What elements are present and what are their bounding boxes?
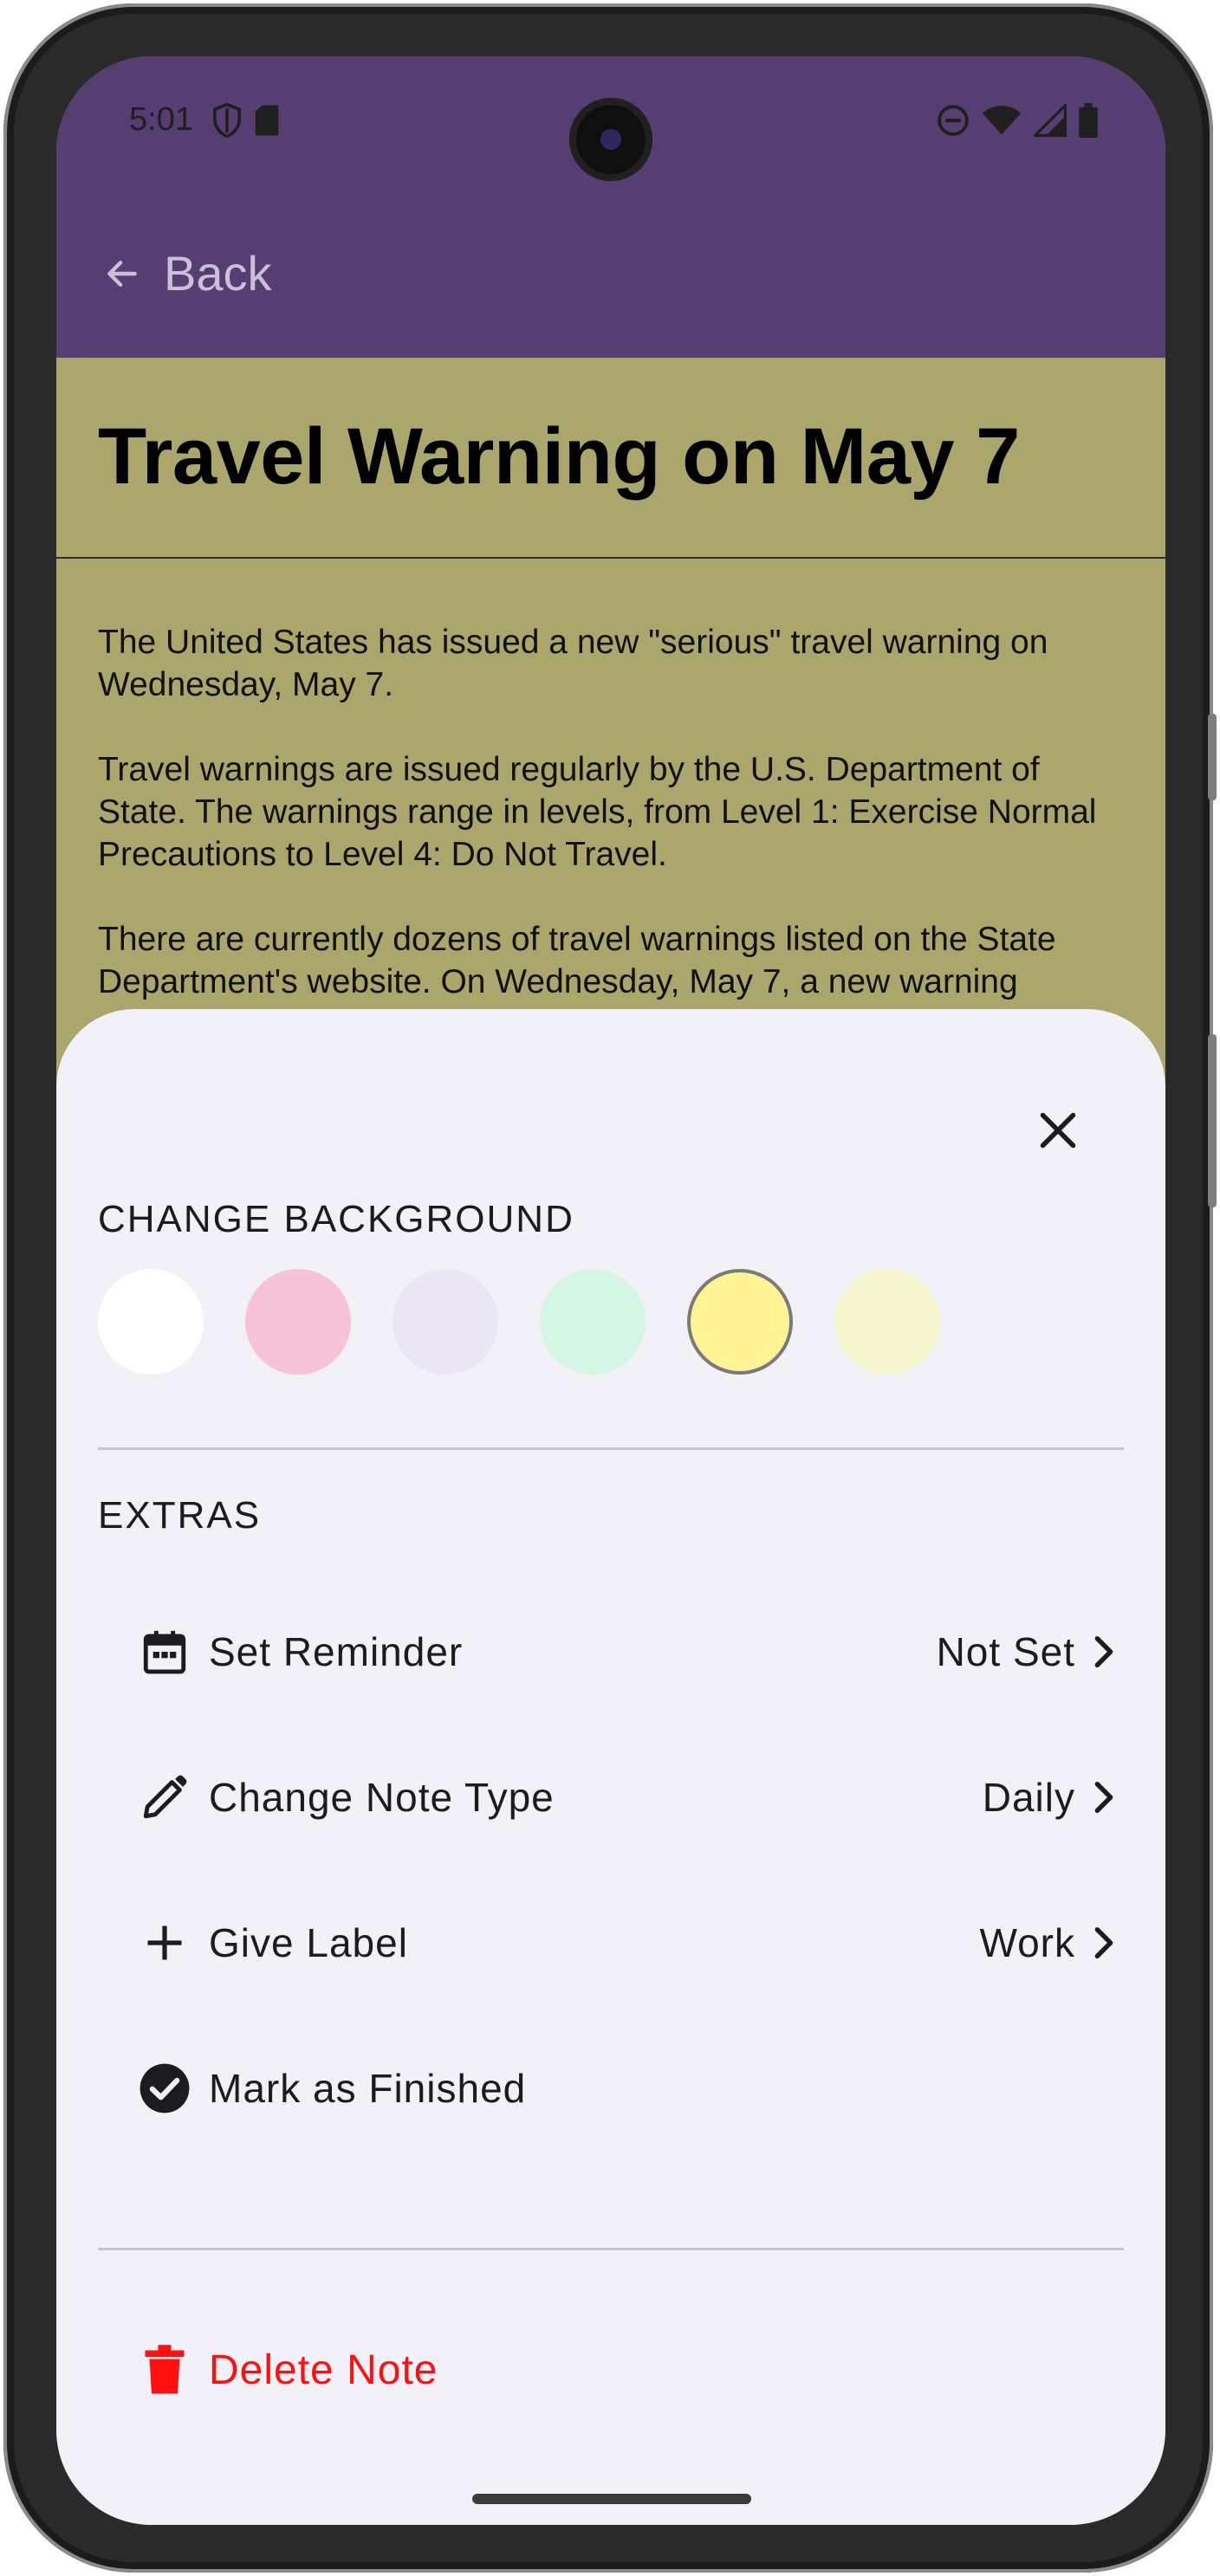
give-label-value: Work bbox=[979, 1920, 1075, 1965]
set-reminder-row[interactable]: Set Reminder Not Set bbox=[138, 1608, 1119, 1695]
swatch-white[interactable] bbox=[98, 1269, 204, 1375]
note-paragraph: There are currently dozens of travel war… bbox=[98, 921, 1056, 1000]
status-time: 5:01 bbox=[129, 101, 193, 138]
back-label: Back bbox=[164, 246, 272, 301]
swatch-pink[interactable] bbox=[245, 1269, 351, 1375]
plus-icon bbox=[147, 1926, 182, 1960]
give-label-label: Give Label bbox=[209, 1920, 408, 1965]
calendar-icon bbox=[143, 1630, 186, 1674]
pencil-icon bbox=[143, 1775, 187, 1819]
swatch-cream[interactable] bbox=[834, 1269, 940, 1375]
back-button[interactable]: Back bbox=[103, 245, 272, 301]
wifi-icon bbox=[982, 106, 1022, 135]
signal-icon bbox=[1034, 104, 1067, 137]
check-circle-icon bbox=[140, 2063, 190, 2113]
change-background-heading: CHANGE BACKGROUND bbox=[98, 1198, 574, 1240]
note-title[interactable]: Travel Warning on May 7 bbox=[98, 411, 1020, 502]
phone-frame: 5:01 Back Travel Warning on May 7 The Un… bbox=[3, 3, 1217, 2573]
close-icon[interactable] bbox=[1032, 1104, 1084, 1156]
delete-note-button[interactable]: Delete Note bbox=[138, 2343, 438, 2397]
front-camera bbox=[569, 98, 652, 181]
chevron-right-icon bbox=[1094, 1926, 1113, 1959]
sd-card-icon bbox=[255, 105, 279, 136]
change-note-type-label: Change Note Type bbox=[209, 1775, 555, 1820]
set-reminder-value: Not Set bbox=[936, 1629, 1075, 1674]
divider bbox=[98, 1447, 1124, 1450]
power-button bbox=[1208, 1034, 1217, 1207]
note-body[interactable]: The United States has issued a new "seri… bbox=[98, 621, 1129, 1045]
mark-as-finished-label: Mark as Finished bbox=[209, 2066, 527, 2111]
swatch-mint[interactable] bbox=[540, 1269, 646, 1375]
status-bar: 5:01 bbox=[56, 56, 1165, 181]
arrow-left-icon bbox=[107, 260, 137, 287]
options-bottom-sheet: CHANGE BACKGROUND EXTRAS Set Reminder No… bbox=[56, 1009, 1165, 2525]
divider bbox=[98, 2248, 1124, 2250]
change-note-type-value: Daily bbox=[982, 1775, 1075, 1820]
screen: 5:01 Back Travel Warning on May 7 The Un… bbox=[56, 56, 1165, 2525]
color-swatches bbox=[98, 1269, 940, 1375]
swatch-yellow-selected[interactable] bbox=[687, 1269, 793, 1375]
note-paragraph: The United States has issued a new "seri… bbox=[98, 624, 1048, 703]
set-reminder-label: Set Reminder bbox=[209, 1629, 464, 1674]
delete-note-label: Delete Note bbox=[209, 2346, 438, 2393]
note-paragraph: Travel warnings are issued regularly by … bbox=[98, 751, 1097, 873]
give-label-row[interactable]: Give Label Work bbox=[138, 1900, 1119, 1986]
chevron-right-icon bbox=[1094, 1781, 1113, 1814]
battery-icon bbox=[1079, 103, 1098, 138]
chevron-right-icon bbox=[1094, 1635, 1113, 1668]
shield-icon bbox=[212, 103, 242, 138]
note-title-area: Travel Warning on May 7 bbox=[56, 358, 1165, 559]
mark-as-finished-row[interactable]: Mark as Finished bbox=[138, 2045, 1119, 2132]
swatch-lavender[interactable] bbox=[393, 1269, 498, 1375]
change-note-type-row[interactable]: Change Note Type Daily bbox=[138, 1754, 1119, 1841]
home-indicator[interactable] bbox=[472, 2494, 751, 2504]
do-not-disturb-icon bbox=[938, 105, 969, 136]
volume-button bbox=[1208, 714, 1217, 800]
trash-icon bbox=[145, 2345, 185, 2394]
app-bar: 5:01 Back bbox=[56, 56, 1165, 358]
extras-heading: EXTRAS bbox=[98, 1494, 262, 1537]
